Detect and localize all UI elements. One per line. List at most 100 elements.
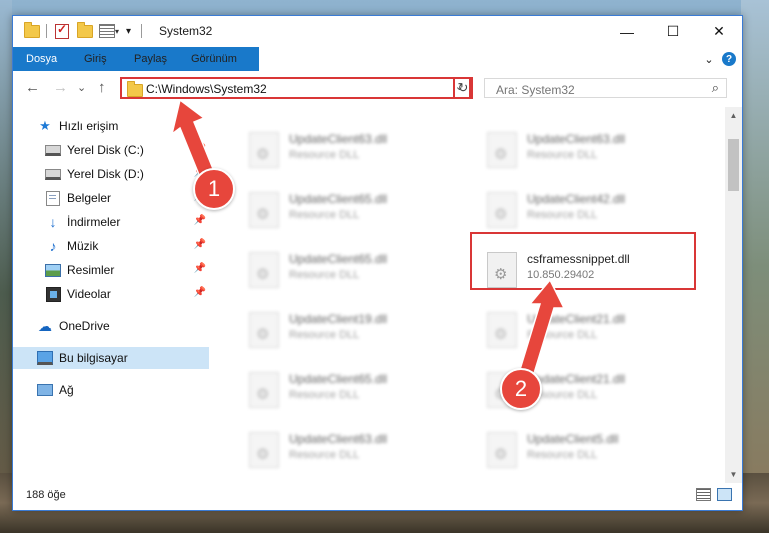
dll-file-icon <box>249 432 279 468</box>
file-name: UpdateClient63.dll <box>289 432 388 446</box>
dll-file-icon <box>487 132 517 168</box>
quick-access-separator <box>46 22 47 40</box>
recent-locations-dropdown[interactable]: ⌄ <box>77 81 86 94</box>
sidebar-item-music[interactable]: ♪ Müzik 📌 <box>13 235 209 257</box>
sidebar-item-label: Ağ <box>59 383 74 397</box>
file-name: UpdateClient63.dll <box>527 132 626 146</box>
pin-icon[interactable]: 📌 <box>194 239 206 250</box>
videos-icon <box>45 286 61 302</box>
dll-file-icon <box>249 132 279 168</box>
back-button[interactable]: ← <box>25 79 40 96</box>
search-input[interactable] <box>494 82 698 98</box>
dll-file-icon <box>487 432 517 468</box>
cloud-icon: ☁ <box>38 317 52 334</box>
file-name: UpdateClient63.dll <box>289 132 388 146</box>
annotation-badge-1: 1 <box>193 168 235 210</box>
file-item[interactable]: UpdateClient65.dll Resource DLL <box>239 245 459 297</box>
documents-icon <box>45 190 61 206</box>
sidebar-item-label: Müzik <box>67 239 99 253</box>
dll-file-icon <box>487 192 517 228</box>
sidebar-item-label: Yerel Disk (C:) <box>67 143 144 157</box>
sidebar-item-label: Resimler <box>67 263 115 277</box>
file-description: Resource DLL <box>289 389 360 401</box>
file-item[interactable]: UpdateClient63.dll Resource DLL <box>477 125 697 177</box>
vertical-scrollbar[interactable]: ▲ ▼ <box>725 107 742 483</box>
title-bar: ▾ ▾ System32 — ☐ ✕ <box>13 16 742 47</box>
properties-icon[interactable]: ▾ <box>99 22 119 40</box>
ribbon-tabs: Dosya Giriş Paylaş Görünüm ⌄ ? <box>13 47 742 99</box>
sidebar-item-label: Belgeler <box>67 191 112 205</box>
star-icon: ★ <box>39 118 51 133</box>
dll-file-icon <box>249 372 279 408</box>
item-count: 188 öğe <box>26 489 66 501</box>
file-item[interactable]: UpdateClient19.dll Resource DLL <box>239 305 459 357</box>
minimize-button[interactable]: — <box>604 16 650 47</box>
close-button[interactable]: ✕ <box>696 16 742 47</box>
tab-share[interactable]: Paylaş <box>134 47 167 71</box>
properties-check-icon[interactable] <box>55 22 69 40</box>
forward-button[interactable]: → <box>53 79 68 96</box>
desktop-background-left <box>0 0 12 533</box>
search-icon[interactable]: ⌕ <box>712 80 719 96</box>
scroll-down-arrow-icon[interactable]: ▼ <box>725 466 742 483</box>
file-item[interactable]: UpdateClient5.dll Resource DLL <box>477 425 697 477</box>
title-separator <box>141 22 142 40</box>
status-bar: 188 öğe <box>13 483 742 509</box>
file-name: UpdateClient65.dll <box>289 252 388 266</box>
sidebar-item-videos[interactable]: Videolar 📌 <box>13 283 209 305</box>
refresh-button[interactable]: ↻ <box>453 77 473 99</box>
properties-dropdown-icon[interactable]: ▾ <box>115 27 119 36</box>
file-name: UpdateClient42.dll <box>527 192 626 206</box>
pin-icon[interactable]: 📌 <box>194 263 206 274</box>
sidebar-item-downloads[interactable]: ↓ İndirmeler 📌 <box>13 211 209 233</box>
drive-icon <box>45 143 61 157</box>
scroll-up-arrow-icon[interactable]: ▲ <box>725 107 742 124</box>
annotation-badge-2: 2 <box>500 368 542 410</box>
file-item[interactable]: UpdateClient65.dll Resource DLL <box>239 365 459 417</box>
address-bar[interactable]: C:\Windows\System32 ⌄ <box>120 77 471 99</box>
tab-view[interactable]: Görünüm <box>191 47 237 71</box>
maximize-button[interactable]: ☐ <box>650 16 696 47</box>
ribbon-expand-icon[interactable]: ⌄ <box>701 51 717 67</box>
sidebar-item-onedrive[interactable]: ☁ OneDrive <box>13 315 209 337</box>
details-view-button[interactable] <box>696 488 711 501</box>
dll-file-icon <box>249 252 279 288</box>
dll-file-icon <box>249 312 279 348</box>
help-button[interactable]: ? <box>721 51 737 67</box>
file-name: UpdateClient65.dll <box>289 192 388 206</box>
file-item[interactable]: UpdateClient63.dll Resource DLL <box>239 425 459 477</box>
search-box[interactable]: ⌕ <box>484 78 727 98</box>
tab-home[interactable]: Giriş <box>84 47 107 71</box>
title-folder-icon <box>24 21 40 40</box>
new-folder-icon[interactable] <box>77 21 93 40</box>
network-icon <box>37 383 53 397</box>
sidebar-item-network[interactable]: Ağ <box>13 379 209 401</box>
large-icons-view-button[interactable] <box>717 488 732 501</box>
sidebar-item-label: Videolar <box>67 287 111 301</box>
sidebar-item-label: İndirmeler <box>67 215 121 229</box>
file-item[interactable]: UpdateClient65.dll Resource DLL <box>239 185 459 237</box>
download-icon: ↓ <box>49 214 57 230</box>
pictures-icon <box>45 263 61 277</box>
scrollbar-thumb[interactable] <box>728 139 739 191</box>
help-icon[interactable]: ? <box>722 52 736 66</box>
file-item[interactable]: UpdateClient42.dll Resource DLL <box>477 185 697 237</box>
up-button[interactable]: ↑ <box>98 79 106 96</box>
file-description: Resource DLL <box>527 209 598 221</box>
desktop-background-right <box>741 0 769 533</box>
pin-icon[interactable]: 📌 <box>194 287 206 298</box>
file-description: Resource DLL <box>289 329 360 341</box>
navigation-bar: ← → ⌄ ↑ C:\Windows\System32 ⌄ ↻ ⌕ <box>13 71 742 107</box>
dll-file-icon <box>249 192 279 228</box>
pin-icon[interactable]: 📌 <box>194 215 206 226</box>
file-name: UpdateClient19.dll <box>289 312 388 326</box>
file-description: Resource DLL <box>289 149 360 161</box>
drive-icon <box>45 167 61 181</box>
file-list: UpdateClient63.dll Resource DLL UpdateCl… <box>209 107 725 483</box>
sidebar-item-pictures[interactable]: Resimler 📌 <box>13 259 209 281</box>
sidebar-item-this-pc[interactable]: Bu bilgisayar <box>13 347 209 369</box>
address-path[interactable]: C:\Windows\System32 <box>146 82 267 96</box>
file-item[interactable]: UpdateClient63.dll Resource DLL <box>239 125 459 177</box>
sidebar-item-label: OneDrive <box>59 319 110 333</box>
quick-access-customize-dropdown[interactable]: ▾ <box>126 22 131 40</box>
